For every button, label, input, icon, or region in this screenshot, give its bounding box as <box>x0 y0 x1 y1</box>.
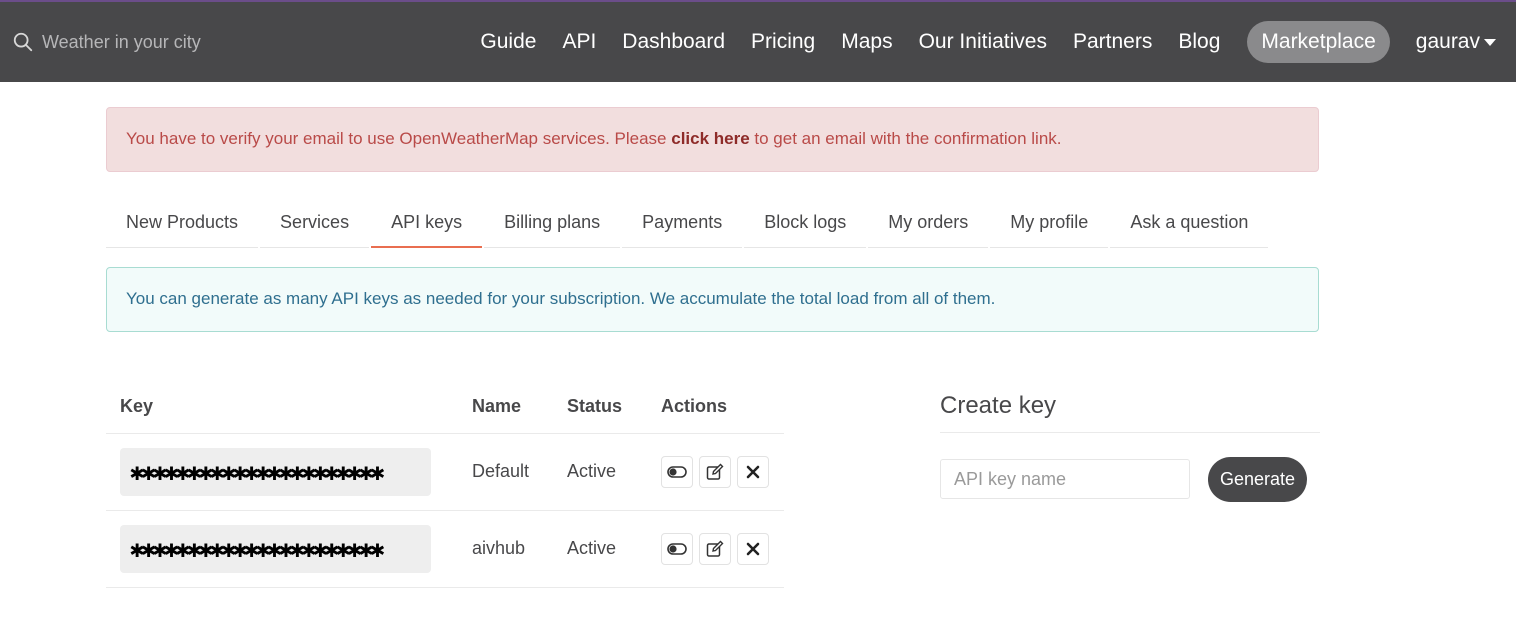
api-key-masked: ✱✱✱✱✱✱✱✱✱✱✱✱✱✱✱✱✱✱✱✱✱✱ <box>120 447 431 496</box>
table-row: ✱✱✱✱✱✱✱✱✱✱✱✱✱✱✱✱✱✱✱✱✱✱ Default Active <box>106 433 784 511</box>
nav-partners[interactable]: Partners <box>1073 30 1152 54</box>
verify-alert-text-end: to get an email with the confirmation li… <box>749 129 1062 148</box>
tab-services[interactable]: Services <box>260 198 370 248</box>
nav-marketplace-button[interactable]: Marketplace <box>1247 21 1390 63</box>
status-cell: Active <box>553 510 647 588</box>
search-input[interactable] <box>42 30 272 54</box>
header-actions: Actions <box>647 380 784 434</box>
verify-alert-text-start: You have to verify your email to use Ope… <box>126 129 672 148</box>
edit-key-button[interactable] <box>699 532 731 565</box>
caret-down-icon <box>1484 38 1496 46</box>
tab-block-logs[interactable]: Block logs <box>744 198 867 248</box>
delete-key-button[interactable] <box>737 455 769 488</box>
nav-our-initiatives[interactable]: Our Initiatives <box>919 30 1047 54</box>
toggle-icon <box>667 542 687 555</box>
tab-payments[interactable]: Payments <box>622 198 743 248</box>
status-cell: Active <box>553 433 647 511</box>
delete-key-button[interactable] <box>737 532 769 565</box>
close-icon <box>746 465 760 478</box>
nav-guide[interactable]: Guide <box>480 30 536 54</box>
verify-email-alert: You have to verify your email to use Ope… <box>106 107 1319 172</box>
name-cell: aivhub <box>458 510 553 588</box>
api-key-name-input[interactable] <box>940 459 1190 499</box>
name-cell: Default <box>458 433 553 511</box>
api-keys-info-alert: You can generate as many API keys as nee… <box>106 267 1319 332</box>
toggle-key-button[interactable] <box>661 455 693 488</box>
nav-pricing[interactable]: Pricing <box>751 30 815 54</box>
search-bar[interactable] <box>12 30 272 54</box>
create-key-title: Create key <box>940 392 1057 419</box>
nav-dashboard[interactable]: Dashboard <box>622 30 725 54</box>
key-cell: ✱✱✱✱✱✱✱✱✱✱✱✱✱✱✱✱✱✱✱✱✱✱ <box>106 510 458 588</box>
api-key-masked: ✱✱✱✱✱✱✱✱✱✱✱✱✱✱✱✱✱✱✱✱✱✱ <box>120 524 431 573</box>
header-key: Key <box>106 380 458 434</box>
user-name: gaurav <box>1415 30 1480 53</box>
edit-icon <box>706 463 724 480</box>
tab-new-products[interactable]: New Products <box>106 198 259 248</box>
table-header-row: Key Name Status Actions <box>106 380 784 434</box>
nav-api[interactable]: API <box>562 30 596 54</box>
api-keys-table: Key Name Status Actions ✱✱✱✱✱✱✱✱✱✱✱✱✱✱✱✱… <box>106 380 784 588</box>
toggle-icon <box>667 465 687 478</box>
user-menu[interactable]: gaurav <box>1416 30 1496 54</box>
tab-my-orders[interactable]: My orders <box>868 198 989 248</box>
account-tabs: New Products Services API keys Billing p… <box>106 198 1270 250</box>
tab-my-profile[interactable]: My profile <box>990 198 1109 248</box>
edit-icon <box>706 540 724 557</box>
actions-cell <box>647 433 784 511</box>
main-nav: Guide API Dashboard Pricing Maps Our Ini… <box>467 2 1516 82</box>
toggle-key-button[interactable] <box>661 532 693 565</box>
table-row: ✱✱✱✱✱✱✱✱✱✱✱✱✱✱✱✱✱✱✱✱✱✱ aivhub Active <box>106 510 784 588</box>
create-key-divider <box>940 432 1320 433</box>
header-status: Status <box>553 380 647 434</box>
actions-cell <box>647 510 784 588</box>
nav-maps[interactable]: Maps <box>841 30 892 54</box>
tab-ask-a-question[interactable]: Ask a question <box>1110 198 1269 248</box>
tab-billing-plans[interactable]: Billing plans <box>484 198 621 248</box>
nav-blog[interactable]: Blog <box>1178 30 1220 54</box>
key-cell: ✱✱✱✱✱✱✱✱✱✱✱✱✱✱✱✱✱✱✱✱✱✱ <box>106 433 458 511</box>
top-navbar: Guide API Dashboard Pricing Maps Our Ini… <box>0 0 1516 82</box>
tab-api-keys[interactable]: API keys <box>371 198 483 248</box>
click-here-link[interactable]: click here <box>671 129 749 148</box>
header-name: Name <box>458 380 553 434</box>
generate-button[interactable]: Generate <box>1208 457 1307 502</box>
edit-key-button[interactable] <box>699 455 731 488</box>
search-icon <box>13 32 33 52</box>
close-icon <box>746 542 760 555</box>
